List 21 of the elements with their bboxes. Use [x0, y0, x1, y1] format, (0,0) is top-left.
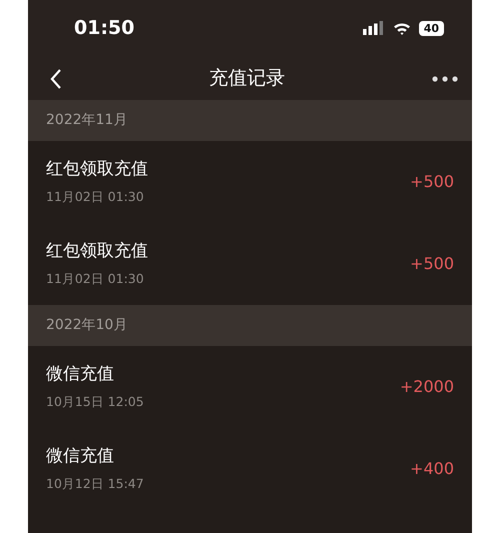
record-amount: +500 [410, 253, 454, 275]
page-title: 充值记录 [209, 66, 285, 91]
battery-indicator: 40 [418, 20, 444, 36]
month-header: 2022年11月 [28, 100, 472, 141]
status-time: 01:50 [74, 16, 134, 41]
back-icon [50, 68, 62, 89]
wifi-icon [392, 22, 411, 34]
record-amount: +500 [410, 171, 454, 193]
record-time: 11月02日 01:30 [46, 270, 145, 288]
record-time: 10月15日 12:05 [46, 393, 144, 412]
month-header: 2022年10月 [28, 305, 472, 346]
record-time: 10月12日 15:47 [46, 475, 144, 494]
more-icon [432, 76, 458, 82]
record-time: 11月02日 01:30 [46, 188, 145, 206]
record-amount: +2000 [400, 376, 454, 398]
record-title: 红包领取充值 [46, 158, 148, 181]
record-title: 微信充值 [46, 444, 115, 468]
signal-icon [362, 21, 385, 35]
record-title: 微信充值 [46, 362, 115, 386]
record-title: 红包领取充值 [46, 240, 148, 263]
record-amount: +400 [410, 458, 454, 480]
